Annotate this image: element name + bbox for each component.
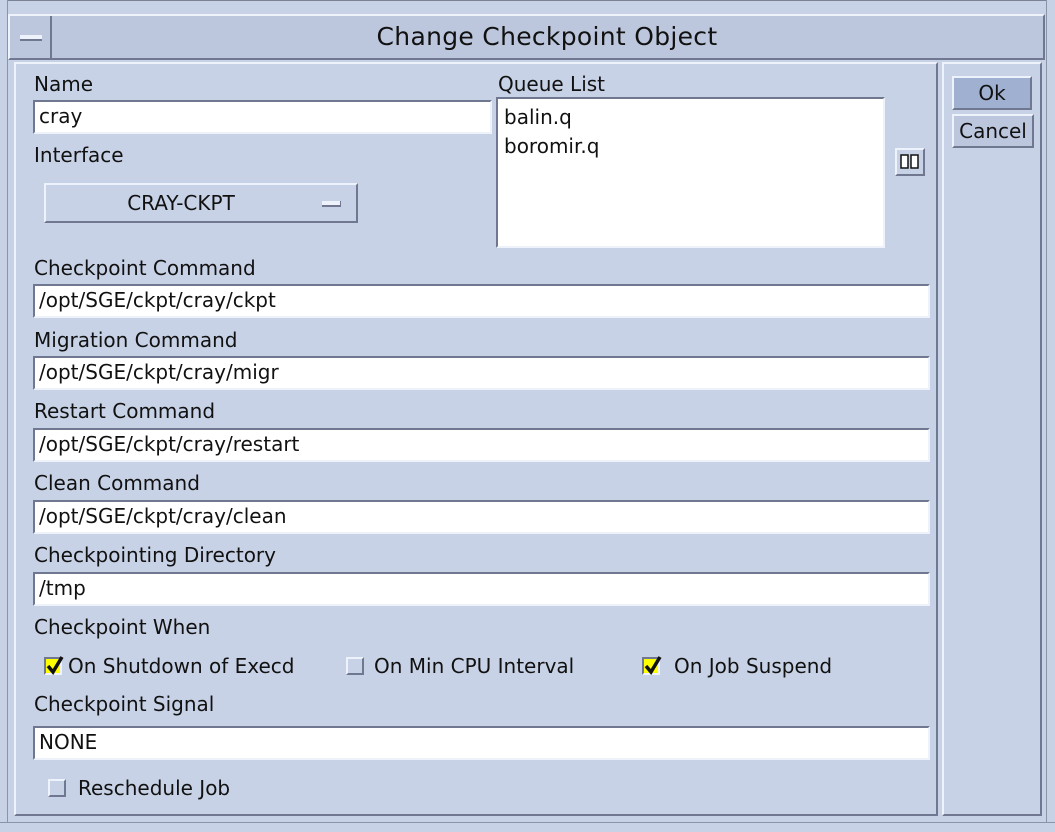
queue-list-label: Queue List bbox=[498, 72, 606, 96]
name-label: Name bbox=[34, 72, 94, 96]
queue-browse-icon bbox=[900, 154, 919, 169]
interface-label: Interface bbox=[34, 143, 124, 167]
migration-command-label: Migration Command bbox=[34, 328, 238, 352]
checkpoint-command-label: Checkpoint Command bbox=[34, 256, 256, 280]
checkpoint-signal-label: Checkpoint Signal bbox=[34, 692, 215, 716]
queue-list-box[interactable]: balin.q boromir.q bbox=[496, 97, 885, 248]
restart-command-input[interactable]: /opt/SGE/ckpt/cray/restart bbox=[33, 428, 930, 462]
checkpointing-directory-input[interactable]: /tmp bbox=[33, 572, 930, 606]
checkpoint-command-input[interactable]: /opt/SGE/ckpt/cray/ckpt bbox=[33, 284, 930, 318]
ok-button[interactable]: Ok bbox=[952, 76, 1032, 110]
cancel-button[interactable]: Cancel bbox=[952, 114, 1034, 148]
on-min-cpu-checkbox[interactable] bbox=[346, 657, 364, 675]
on-min-cpu-label: On Min CPU Interval bbox=[374, 654, 575, 678]
window-bottom-border[interactable] bbox=[0, 822, 1055, 832]
interface-dropdown[interactable]: CRAY-CKPT bbox=[44, 183, 358, 223]
window-left-border[interactable] bbox=[0, 0, 8, 832]
name-input[interactable]: cray bbox=[33, 100, 492, 134]
checkpoint-when-label: Checkpoint When bbox=[34, 615, 211, 639]
interface-selected-value: CRAY-CKPT bbox=[127, 191, 235, 215]
window-right-border[interactable] bbox=[1046, 0, 1055, 832]
window-title: Change Checkpoint Object bbox=[376, 22, 718, 51]
check-icon bbox=[46, 656, 64, 676]
checkpoint-signal-input[interactable]: NONE bbox=[33, 726, 930, 760]
list-item[interactable]: boromir.q bbox=[498, 132, 883, 161]
button-panel bbox=[942, 62, 1042, 816]
checkpointing-directory-label: Checkpointing Directory bbox=[34, 543, 276, 567]
restart-command-label: Restart Command bbox=[34, 399, 216, 423]
on-job-suspend-label: On Job Suspend bbox=[674, 654, 833, 678]
list-item[interactable]: balin.q bbox=[498, 103, 883, 132]
queue-browse-button[interactable] bbox=[895, 148, 925, 176]
clean-command-label: Clean Command bbox=[34, 471, 200, 495]
window-menu-icon bbox=[20, 35, 42, 41]
migration-command-input[interactable]: /opt/SGE/ckpt/cray/migr bbox=[33, 356, 930, 390]
reschedule-job-label: Reschedule Job bbox=[78, 776, 231, 800]
dropdown-indicator-icon bbox=[322, 201, 341, 207]
clean-command-input[interactable]: /opt/SGE/ckpt/cray/clean bbox=[33, 500, 930, 534]
on-shutdown-checkbox[interactable] bbox=[44, 656, 64, 676]
on-shutdown-label: On Shutdown of Execd bbox=[68, 654, 295, 678]
reschedule-job-checkbox[interactable] bbox=[48, 779, 66, 797]
on-job-suspend-checkbox[interactable] bbox=[642, 656, 662, 676]
check-icon bbox=[644, 656, 662, 676]
